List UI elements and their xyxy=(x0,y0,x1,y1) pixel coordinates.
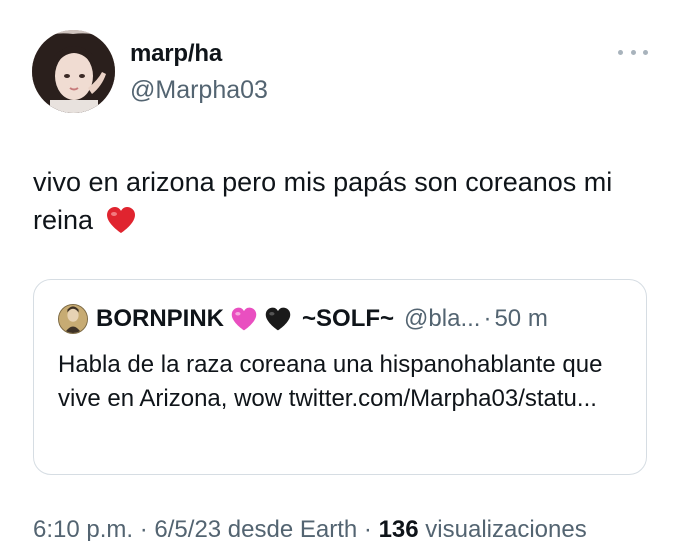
quoted-tweet[interactable]: BORNPINK ~SOLF~ @bla... · 50 m Habla de … xyxy=(33,279,647,475)
dot xyxy=(643,49,648,55)
views-label: visualizaciones xyxy=(425,516,587,541)
tweet-body: vivo en arizona pero mis papás son corea… xyxy=(33,163,633,239)
quoted-header: BORNPINK ~SOLF~ @bla... · 50 m xyxy=(58,304,548,334)
quoted-name-suffix: ~SOLF~ xyxy=(302,305,395,332)
quoted-avatar xyxy=(58,304,88,334)
quoted-handle: @bla... xyxy=(404,305,481,332)
meta-separator: · xyxy=(363,516,372,541)
meta-separator: · xyxy=(139,516,148,541)
quoted-time: 50 m xyxy=(494,305,548,332)
quoted-avatar-image xyxy=(59,305,87,333)
quoted-text: Habla de la raza coreana una hispanohabl… xyxy=(58,351,603,412)
author-avatar-image xyxy=(32,30,115,113)
author-name[interactable]: marp/ha xyxy=(130,40,222,68)
dot xyxy=(618,49,623,55)
red-heart-emoji-icon xyxy=(106,207,135,233)
author-avatar[interactable] xyxy=(32,30,115,113)
author-handle[interactable]: @Marpha03 xyxy=(130,76,268,105)
tweet-time[interactable]: 6:10 p.m. xyxy=(33,516,133,541)
dot xyxy=(630,49,636,55)
quoted-name: BORNPINK xyxy=(96,305,225,332)
tweet-meta: 6:10 p.m. · 6/5/23 desde Earth · 136 vis… xyxy=(33,516,587,541)
tweet-date-source[interactable]: 6/5/23 desde Earth xyxy=(154,516,357,541)
pink-heart-emoji-icon xyxy=(231,307,257,331)
more-dots-icon[interactable] xyxy=(618,42,648,62)
black-heart-emoji-icon xyxy=(265,307,291,331)
quoted-separator: · xyxy=(483,305,492,332)
views-count: 136 xyxy=(378,516,419,541)
tweet[interactable]: marp/ha @Marpha03 vivo en arizona pero m… xyxy=(0,0,680,541)
